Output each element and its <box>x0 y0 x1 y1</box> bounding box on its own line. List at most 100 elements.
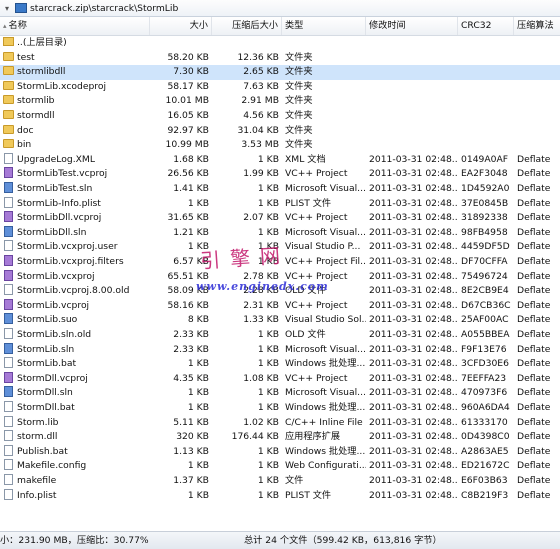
folder-row[interactable]: stormdll 16.05 KB 4.56 KB 文件夹 <box>0 109 560 124</box>
cell-packed: 2.31 KB <box>243 299 279 311</box>
cell-size: 31.65 KB <box>167 212 209 224</box>
column-modified[interactable]: 修改时间 <box>366 17 458 35</box>
address-bar[interactable]: ▾ starcrack.zip\starcrack\StormLib <box>0 0 560 17</box>
file-name: StormLibTest.sln <box>17 183 93 194</box>
file-row[interactable]: StormDll.vcproj 4.35 KB 1.08 KB VC++ Projec… <box>0 371 560 387</box>
cell-size: 1 KB <box>187 402 209 413</box>
folder-row[interactable]: stormlibdll 7.30 KB 2.65 KB 文件夹 <box>0 65 560 80</box>
folder-up-icon <box>3 37 14 46</box>
column-header: ▴ 名称 大小 压缩后大小 类型 修改时间 CRC32 压缩算法 <box>0 17 560 36</box>
file-row[interactable]: Storm.lib 5.11 KB 1.02 KB C/C++ Inline File… <box>0 415 560 431</box>
cell-type: Visual Studio Sol... <box>285 314 366 326</box>
cell-type: Windows 批处理... <box>285 358 366 370</box>
file-row[interactable]: StormLibDll.vcproj 31.65 KB 2.07 KB VC++ Pr… <box>0 211 560 226</box>
column-size[interactable]: 大小 <box>150 17 212 35</box>
file-row[interactable]: Info.plist 1 KB 1 KB PLIST 文件 2011-03-31 02:… <box>0 488 560 504</box>
cell-type: Microsoft Visual... <box>285 387 366 399</box>
cell-packed: 12.36 KB <box>237 51 279 63</box>
file-row[interactable]: Makefile.config 1 KB 1 KB Web Configurati..… <box>0 459 560 474</box>
file-icon <box>4 240 13 252</box>
cell-packed: 1 KB <box>257 460 279 472</box>
archive-icon <box>15 3 27 13</box>
cell-crc: E6F03B63 <box>461 475 508 486</box>
cell-modified <box>366 124 458 139</box>
file-icon <box>4 167 13 179</box>
folder-row[interactable]: stormlib 10.01 MB 2.91 MB 文件夹 <box>0 94 560 109</box>
file-icon <box>4 269 13 281</box>
cell-algo: Deflate <box>517 372 551 384</box>
file-row[interactable]: StormLib-Info.plist 1 KB 1 KB PLIST 文件 2011-… <box>0 196 560 212</box>
file-icon <box>4 386 13 398</box>
file-icon <box>4 371 13 383</box>
file-name: StormLibTest.vcproj <box>17 168 108 180</box>
file-row[interactable]: UpgradeLog.XML 1.68 KB 1 KB XML 文档 2011-03-3… <box>0 152 560 168</box>
cell-size: 10.01 MB <box>165 95 209 107</box>
file-row[interactable]: makefile 1.37 KB 1 KB 文件 2011-03-31 02:48...… <box>0 474 560 489</box>
cell-algo: Deflate <box>517 329 551 340</box>
file-name: UpgradeLog.XML <box>17 153 95 165</box>
file-name: StormLib.sln <box>17 343 75 355</box>
cell-algo: Deflate <box>517 285 551 297</box>
cell-crc: 470973F6 <box>461 387 508 399</box>
cell-type: PLIST 文件 <box>285 489 332 501</box>
file-row[interactable]: StormLib.sln.old 2.33 KB 1 KB OLD 文件 2011-03… <box>0 328 560 343</box>
cell-crc: 4459DF5D <box>461 241 510 253</box>
cell-crc <box>458 94 514 109</box>
cell-modified: 2011-03-31 02:48... <box>369 460 458 472</box>
cell-size: 92.97 KB <box>167 124 209 136</box>
cell-algo: Deflate <box>517 183 551 194</box>
status-right: 总计 24 个文件（599.42 KB，613,816 字节） <box>244 535 442 546</box>
cell-size: 1.21 KB <box>173 226 209 238</box>
parent-directory-row[interactable]: ..(上层目录) <box>0 36 560 51</box>
file-row[interactable]: StormLib.suo 8 KB 1.33 KB Visual Studio Sol… <box>0 313 560 328</box>
column-name[interactable]: ▴ 名称 <box>0 17 150 35</box>
cell-modified: 2011-03-31 02:48... <box>369 285 458 297</box>
dropdown-arrow-icon[interactable]: ▾ <box>0 4 14 13</box>
cell-modified: 2011-03-31 02:48... <box>369 270 458 282</box>
folder-row[interactable]: StormLib.xcodeproj 58.17 KB 7.63 KB 文件夹 <box>0 80 560 95</box>
file-row[interactable]: StormLibTest.sln 1.41 KB 1 KB Microsoft Vis… <box>0 182 560 197</box>
file-row[interactable]: StormDll.sln 1 KB 1 KB Microsoft Visual... 2… <box>0 386 560 401</box>
file-row[interactable]: StormDll.bat 1 KB 1 KB Windows 批处理... 2011-0… <box>0 401 560 416</box>
column-algorithm[interactable]: 压缩算法 <box>514 17 560 35</box>
file-name: StormLib.vcproj <box>17 299 90 311</box>
cell-crc: A055BBEA <box>461 329 510 340</box>
file-row[interactable]: StormLib.vcproj 58.16 KB 2.31 KB VC++ Proje… <box>0 298 560 314</box>
cell-type: 文件夹 <box>285 80 313 92</box>
folder-row[interactable]: bin 10.99 MB 3.53 MB 文件夹 <box>0 138 560 153</box>
folder-row[interactable]: doc 92.97 KB 31.04 KB 文件夹 <box>0 124 560 139</box>
cell-size: 1 KB <box>187 197 209 209</box>
file-name: StormDll.bat <box>17 402 75 413</box>
cell-crc: 75496724 <box>461 270 508 282</box>
cell-algo <box>514 80 560 95</box>
file-row[interactable]: Publish.bat 1.13 KB 1 KB Windows 批处理... 2011… <box>0 444 560 460</box>
folder-row[interactable]: test 58.20 KB 12.36 KB 文件夹 <box>0 51 560 66</box>
column-size-label: 大小 <box>189 20 208 31</box>
cell-type: 文件夹 <box>285 139 313 151</box>
column-type[interactable]: 类型 <box>282 17 366 35</box>
file-row[interactable]: StormLib.bat 1 KB 1 KB Windows 批处理... 2011-0… <box>0 357 560 372</box>
cell-packed: 2.65 KB <box>243 66 279 78</box>
cell-size: 1.37 KB <box>173 475 209 486</box>
cell-packed: 1 KB <box>257 183 279 194</box>
cell-crc <box>458 124 514 139</box>
cell-algo <box>514 138 560 153</box>
cell-type: VC++ Project <box>285 299 348 311</box>
cell-packed: 1 KB <box>257 343 279 355</box>
column-crc[interactable]: CRC32 <box>458 17 514 35</box>
file-name: StormLib.vcxproj <box>17 270 95 282</box>
column-name-label: 名称 <box>8 20 27 31</box>
file-row[interactable]: StormLibDll.sln 1.21 KB 1 KB Microsoft Visu… <box>0 225 560 241</box>
file-row[interactable]: storm.dll 320 KB 176.44 KB 应用程序扩展 2011-03-31… <box>0 430 560 445</box>
cell-crc: 1D4592A0 <box>461 183 510 194</box>
file-row[interactable]: StormLibTest.vcproj 26.56 KB 1.99 KB VC++ P… <box>0 167 560 182</box>
status-left: 小：231.90 MB，压缩比：30.77% <box>0 535 149 546</box>
cell-crc <box>458 51 514 66</box>
cell-crc: 98FB4958 <box>461 226 508 238</box>
file-name: Makefile.config <box>17 460 87 472</box>
file-row[interactable]: StormLib.sln 2.33 KB 1 KB Microsoft Visual.… <box>0 342 560 358</box>
column-packed-size[interactable]: 压缩后大小 <box>212 17 282 35</box>
cell-packed: 176.44 KB <box>231 431 279 443</box>
cell-modified: 2011-03-31 02:48... <box>369 183 458 194</box>
cell-packed: 1 KB <box>257 402 279 413</box>
